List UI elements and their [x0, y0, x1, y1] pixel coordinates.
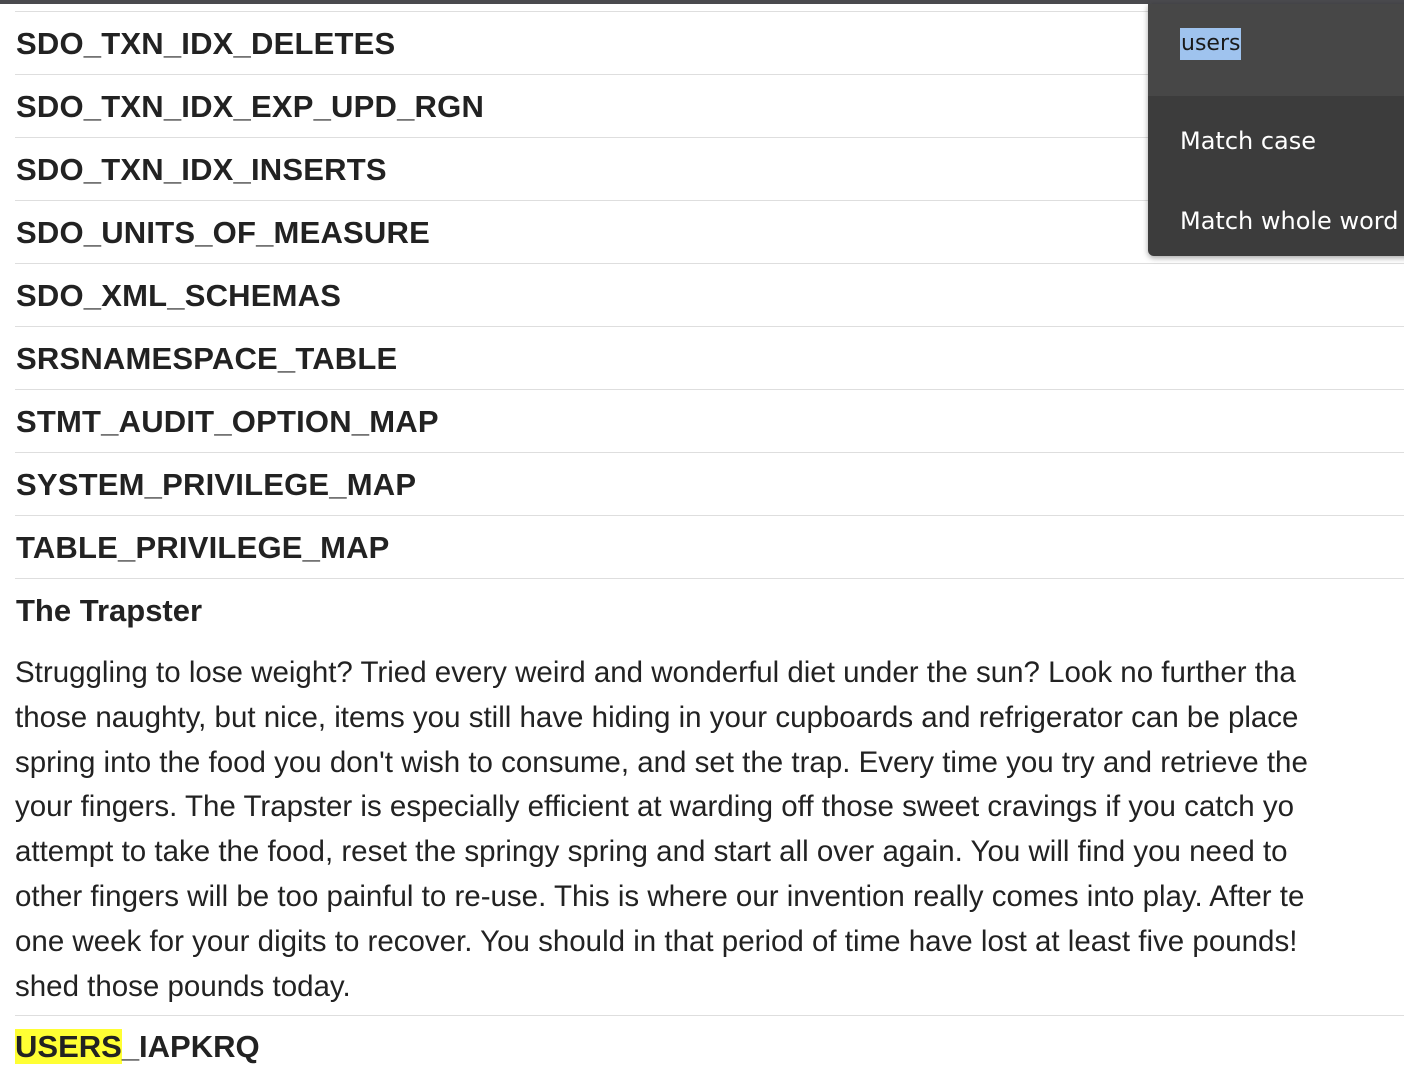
table-name-rest: _IAPKRQ — [121, 1029, 260, 1064]
table-row: SYSTEM_PRIVILEGE_MAP — [15, 452, 1404, 515]
table-name: SRSNAMESPACE_TABLE — [16, 341, 398, 376]
article-line: Struggling to lose weight? Tried every w… — [15, 656, 1296, 689]
find-in-page-panel: users Match case Match whole word — [1148, 4, 1404, 256]
table-name: SDO_XML_SCHEMAS — [16, 278, 342, 313]
match-whole-word-option[interactable]: Match whole word — [1180, 206, 1398, 236]
table-name: SDO_TXN_IDX_INSERTS — [16, 152, 387, 187]
table-row: SRSNAMESPACE_TABLE — [15, 326, 1404, 389]
article-line: your fingers. The Trapster is especially… — [15, 790, 1294, 824]
find-input-area[interactable]: users — [1148, 4, 1404, 96]
match-case-option[interactable]: Match case — [1180, 126, 1316, 156]
table-row: TABLE_PRIVILEGE_MAP — [15, 515, 1404, 578]
table-name: SDO_TXN_IDX_DELETES — [16, 26, 396, 61]
table-name: TABLE_PRIVILEGE_MAP — [16, 530, 390, 565]
article-line: shed those pounds today. — [15, 969, 351, 1003]
table-name: SDO_UNITS_OF_MEASURE — [16, 215, 430, 250]
find-input[interactable]: users — [1180, 28, 1242, 60]
table-row: SDO_XML_SCHEMAS — [15, 263, 1404, 326]
article-body: Struggling to lose weight? Tried every w… — [15, 651, 1404, 1009]
article: The Trapster Struggling to lose weight? … — [15, 578, 1404, 1015]
table-name: STMT_AUDIT_OPTION_MAP — [16, 404, 439, 439]
article-title: The Trapster — [16, 593, 203, 628]
table-name: SYSTEM_PRIVILEGE_MAP — [16, 467, 417, 502]
table-row: STMT_AUDIT_OPTION_MAP — [15, 389, 1404, 452]
article-line: other fingers will be too painful to re-… — [15, 879, 1305, 913]
find-match-highlight: USERS — [15, 1029, 122, 1064]
article-line: those naughty, but nice, items you still… — [15, 700, 1299, 734]
table-name: USERS_IAPKRQ — [15, 1029, 260, 1065]
article-line: attempt to take the food, reset the spri… — [15, 835, 1288, 869]
article-line: spring into the food you don't wish to c… — [15, 745, 1308, 779]
article-line: one week for your digits to recover. You… — [15, 924, 1298, 958]
table-row: USERS_IAPKRQ — [15, 1015, 1404, 1078]
table-name: SDO_TXN_IDX_EXP_UPD_RGN — [16, 89, 485, 124]
